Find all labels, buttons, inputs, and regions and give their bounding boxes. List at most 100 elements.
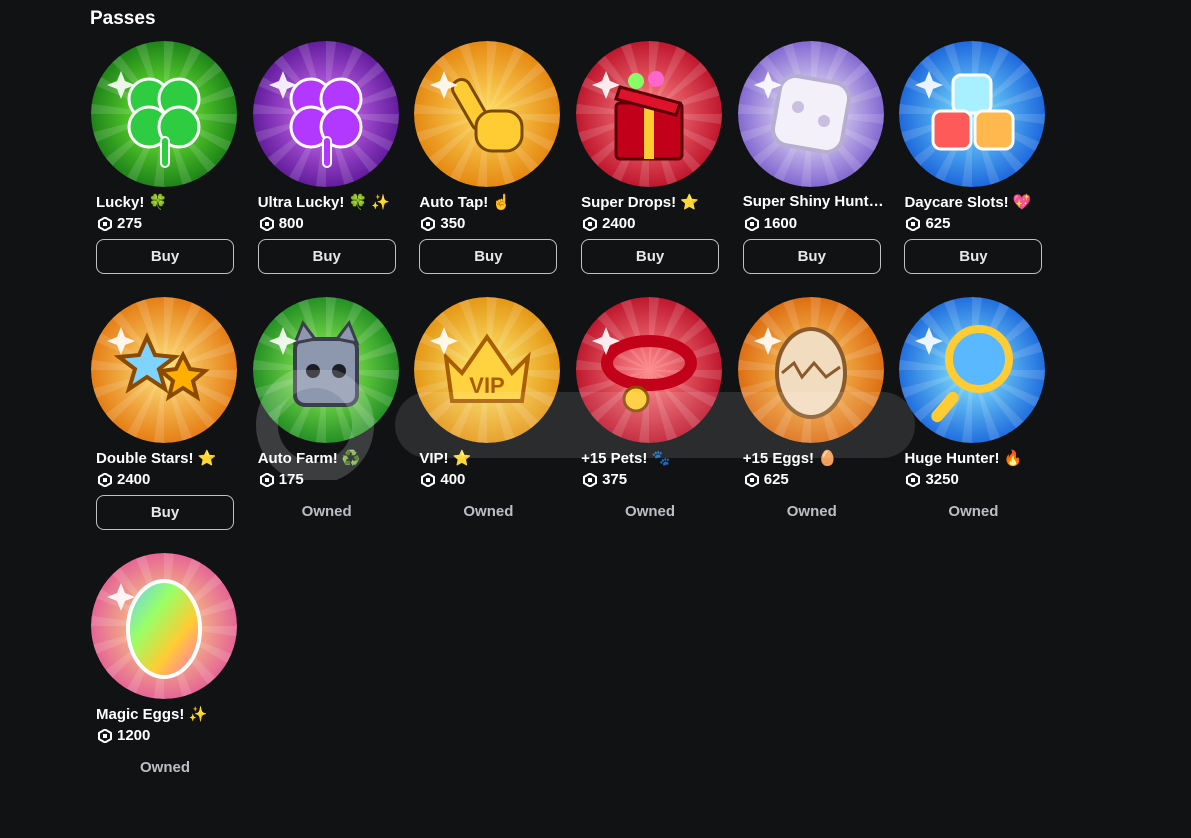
gift-box-icon bbox=[576, 41, 723, 187]
buy-button[interactable]: Buy bbox=[581, 239, 720, 274]
pass-card[interactable]: Ultra Lucky! 🍀 ✨ 800 Buy bbox=[252, 40, 402, 296]
pass-name[interactable]: Super Shiny Hunter! bbox=[743, 193, 885, 210]
pass-name[interactable]: Auto Tap! ☝️ bbox=[419, 193, 561, 211]
pass-price: 175 bbox=[259, 471, 304, 488]
robux-icon bbox=[583, 472, 598, 487]
pass-price: 2400 bbox=[98, 471, 150, 488]
price-value: 800 bbox=[278, 215, 304, 232]
pass-thumbnail[interactable] bbox=[252, 41, 399, 187]
pass-thumbnail[interactable] bbox=[899, 297, 1046, 443]
pass-card[interactable]: Lucky! 🍀 275 Buy bbox=[90, 40, 240, 296]
cat-block-icon bbox=[252, 297, 399, 443]
pass-card[interactable]: +15 Eggs! 🥚 625 Owned bbox=[737, 296, 887, 552]
shiny-dice-icon bbox=[737, 41, 884, 187]
pass-thumbnail[interactable] bbox=[252, 297, 399, 443]
buy-button[interactable]: Buy bbox=[419, 239, 558, 274]
pass-card[interactable]: Auto Tap! ☝️ 350 Buy bbox=[413, 40, 563, 296]
vip-crown-icon: VIP bbox=[414, 297, 561, 443]
owned-label: Owned bbox=[786, 503, 837, 520]
robux-icon bbox=[906, 216, 921, 231]
price-value: 1600 bbox=[763, 215, 798, 232]
pass-price: 275 bbox=[98, 215, 142, 232]
robux-icon bbox=[98, 472, 112, 487]
pass-name[interactable]: Magic Eggs! ✨ bbox=[96, 705, 238, 723]
pass-price: 3250 bbox=[906, 471, 959, 488]
pass-name[interactable]: Auto Farm! ♻️ bbox=[258, 449, 400, 467]
robux-icon bbox=[744, 472, 759, 487]
pass-card[interactable]: Super Drops! ⭐ 2400 Buy bbox=[575, 40, 725, 296]
pass-thumbnail[interactable] bbox=[414, 41, 561, 187]
buy-button[interactable]: Buy bbox=[96, 239, 234, 274]
owned-label: Owned bbox=[301, 503, 352, 520]
pass-name[interactable]: Super Drops! ⭐ bbox=[581, 193, 723, 211]
pass-name[interactable]: Ultra Lucky! 🍀 ✨ bbox=[258, 193, 400, 211]
pass-name[interactable]: +15 Eggs! 🥚 bbox=[743, 449, 885, 467]
pass-card[interactable]: Auto Farm! ♻️ 175 Owned bbox=[252, 296, 402, 552]
magnifying-glass-icon bbox=[899, 297, 1046, 443]
price-value: 275 bbox=[117, 215, 143, 232]
robux-icon bbox=[98, 728, 112, 743]
pass-name[interactable]: +15 Pets! 🐾 bbox=[581, 449, 723, 467]
four-leaf-clover-icon bbox=[91, 41, 237, 187]
pass-name[interactable]: Huge Hunter! 🔥 bbox=[904, 449, 1046, 467]
pass-name[interactable]: Lucky! 🍀 bbox=[96, 193, 238, 211]
buy-button[interactable]: Buy bbox=[904, 239, 1043, 274]
pass-thumbnail[interactable] bbox=[737, 41, 884, 187]
robux-icon bbox=[421, 216, 436, 231]
pass-price: 2400 bbox=[583, 215, 635, 232]
pass-price: 1200 bbox=[98, 727, 150, 744]
pass-card[interactable]: Super Shiny Hunter! 1600 Buy bbox=[737, 40, 887, 296]
colored-cubes-icon bbox=[899, 41, 1046, 187]
tapping-hand-icon bbox=[414, 41, 561, 187]
pass-price: 375 bbox=[583, 471, 627, 488]
pass-thumbnail[interactable] bbox=[91, 553, 237, 699]
price-value: 3250 bbox=[925, 471, 959, 488]
pass-name[interactable]: Daycare Slots! 💖 bbox=[904, 193, 1046, 211]
owned-label: Owned bbox=[463, 503, 514, 520]
pass-card[interactable]: Huge Hunter! 🔥 3250 Owned bbox=[898, 296, 1048, 552]
price-value: 375 bbox=[602, 471, 628, 488]
pass-thumbnail[interactable] bbox=[576, 297, 723, 443]
pass-name[interactable]: VIP! ⭐ bbox=[419, 449, 561, 467]
buy-button[interactable]: Buy bbox=[257, 239, 396, 274]
pass-thumbnail[interactable] bbox=[576, 41, 723, 187]
pass-thumbnail[interactable] bbox=[899, 41, 1046, 187]
rainbow-egg-icon bbox=[91, 553, 237, 699]
robux-icon bbox=[259, 216, 274, 231]
pass-thumbnail[interactable] bbox=[91, 41, 237, 187]
pass-card[interactable]: VIP VIP! ⭐ 400 Owned bbox=[413, 296, 563, 552]
svg-text:VIP: VIP bbox=[470, 373, 505, 398]
robux-icon bbox=[98, 216, 112, 231]
price-value: 350 bbox=[440, 215, 466, 232]
pass-card[interactable]: Daycare Slots! 💖 625 Buy bbox=[898, 40, 1048, 296]
pass-name[interactable]: Double Stars! ⭐ bbox=[96, 449, 238, 467]
pass-price: 800 bbox=[259, 215, 304, 232]
pass-card[interactable]: Double Stars! ⭐ 2400 Buy bbox=[90, 296, 240, 552]
cracked-egg-icon bbox=[737, 297, 884, 443]
price-value: 175 bbox=[278, 471, 304, 488]
pass-card[interactable]: Magic Eggs! ✨ 1200 Owned bbox=[90, 552, 240, 808]
owned-label: Owned bbox=[625, 503, 676, 520]
pass-price: 625 bbox=[906, 215, 950, 232]
robux-icon bbox=[906, 472, 921, 487]
pass-thumbnail[interactable]: VIP bbox=[414, 297, 561, 443]
passes-grid: Lucky! 🍀 275 Buy Ultra Lucky! 🍀 ✨ 800 Buy bbox=[90, 40, 1048, 808]
pass-thumbnail[interactable] bbox=[737, 297, 884, 443]
owned-label: Owned bbox=[948, 503, 999, 520]
price-value: 625 bbox=[925, 215, 951, 232]
price-value: 400 bbox=[440, 471, 466, 488]
pet-collar-icon bbox=[576, 297, 723, 443]
pass-price: 350 bbox=[421, 215, 465, 232]
buy-button[interactable]: Buy bbox=[742, 239, 881, 274]
section-title: Passes bbox=[90, 8, 156, 29]
pass-price: 400 bbox=[421, 471, 465, 488]
pass-thumbnail[interactable] bbox=[91, 297, 237, 443]
robux-icon bbox=[583, 216, 598, 231]
buy-button[interactable]: Buy bbox=[96, 495, 234, 530]
pass-card[interactable]: +15 Pets! 🐾 375 Owned bbox=[575, 296, 725, 552]
owned-label: Owned bbox=[139, 759, 190, 776]
robux-icon bbox=[744, 216, 759, 231]
price-value: 2400 bbox=[117, 471, 151, 488]
robux-icon bbox=[259, 472, 274, 487]
pass-price: 625 bbox=[744, 471, 789, 488]
